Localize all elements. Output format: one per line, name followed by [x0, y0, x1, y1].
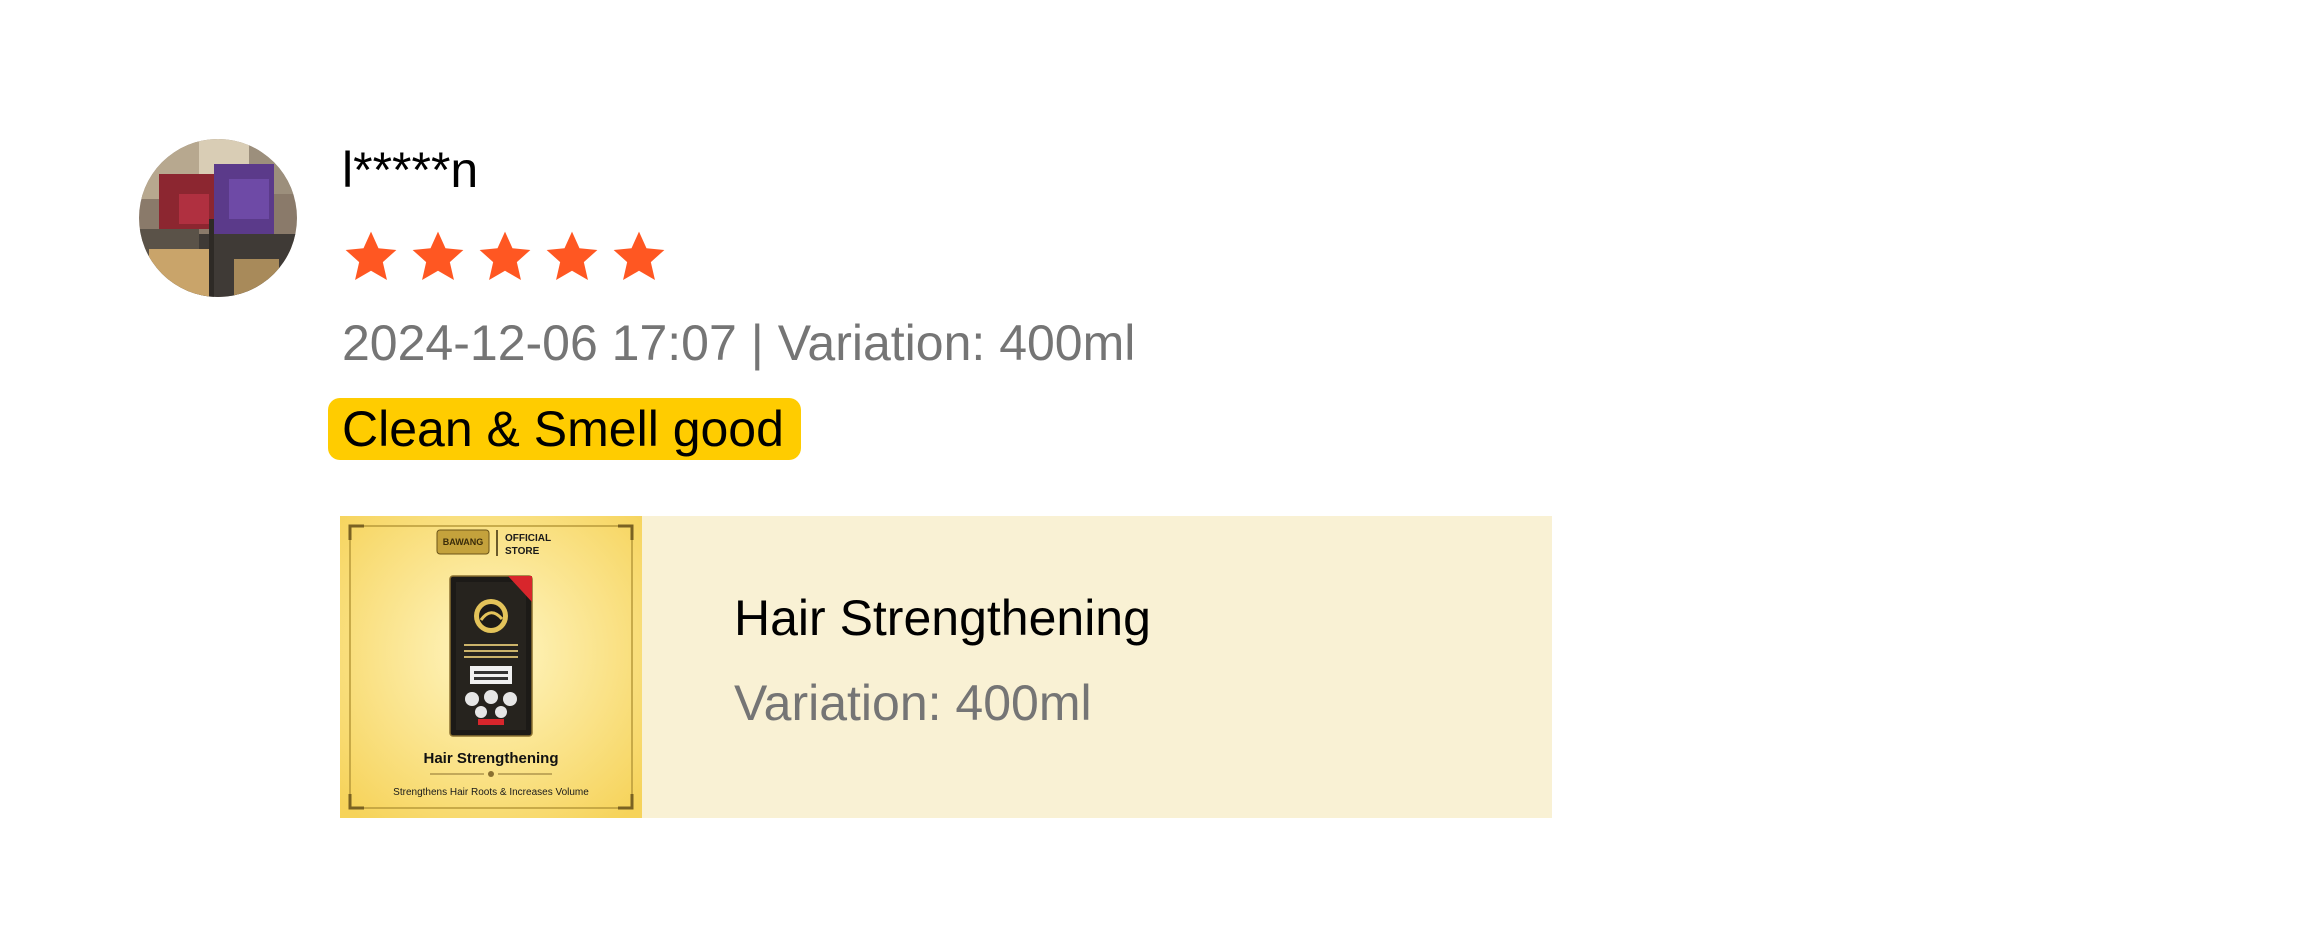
product-card[interactable]: BAWANG OFFICIAL STORE Hair Strengthening… [340, 516, 1552, 818]
avatar-photo [139, 139, 297, 297]
thumb-subtitle: Strengthens Hair Roots & Increases Volum… [393, 787, 589, 798]
thumb-store-label-1: OFFICIAL [505, 533, 551, 544]
product-name[interactable]: Hair Strengthening [734, 588, 1151, 648]
product-thumbnail[interactable]: BAWANG OFFICIAL STORE Hair Strengthening… [340, 516, 642, 818]
star-icon [613, 231, 665, 280]
meta-separator: | [750, 315, 764, 371]
review-variation: Variation: 400ml [777, 315, 1136, 371]
star-icon [546, 231, 598, 280]
product-image: BAWANG OFFICIAL STORE Hair Strengthening… [340, 516, 642, 818]
thumb-title: Hair Strengthening [423, 750, 558, 767]
star-rating [342, 228, 668, 286]
review-item: l*****n 2024-12-06 17:07 | Variation: 400m… [0, 0, 2314, 950]
review-tag: Clean & Smell good [328, 398, 801, 460]
star-icon [412, 231, 464, 280]
product-variation: Variation: 400ml [734, 675, 1092, 731]
thumb-store-label-2: STORE [505, 546, 540, 557]
review-meta: 2024-12-06 17:07 | Variation: 400ml [342, 313, 1135, 373]
review-date: 2024-12-06 17:07 [342, 315, 737, 371]
star-icon [345, 231, 397, 280]
avatar[interactable] [139, 139, 297, 297]
star-icon [479, 231, 531, 280]
thumb-brand: BAWANG [443, 537, 484, 547]
reviewer-name: l*****n [342, 142, 479, 198]
